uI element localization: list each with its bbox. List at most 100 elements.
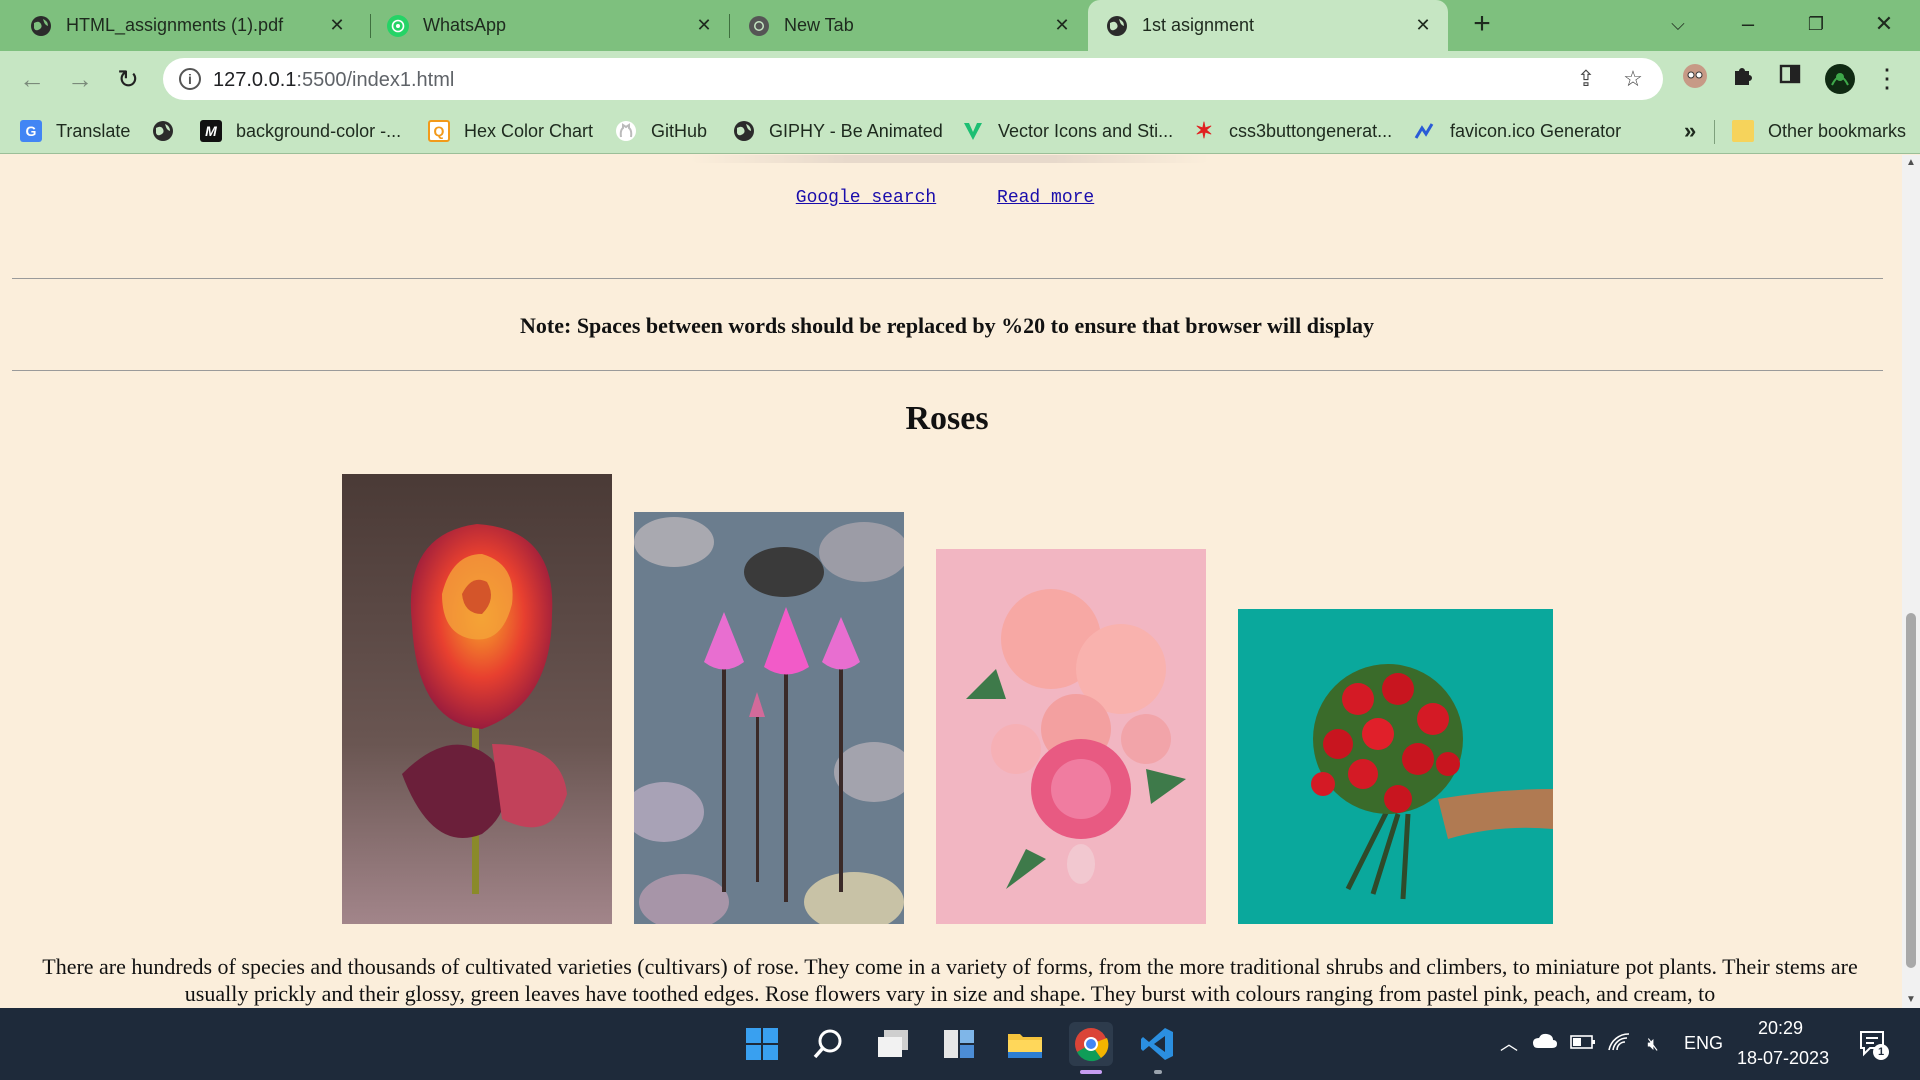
language-indicator[interactable]: ENG [1684,1033,1723,1054]
address-bar[interactable]: i 127.0.0.1:5500/index1.html ⇪ ☆ [163,58,1663,100]
notification-count-badge: 1 [1873,1044,1889,1060]
tab-new-tab[interactable]: New Tab ✕ [730,0,1087,51]
windows-taskbar: ︿ 🔇︎ ENG 20:29 18-07-2023 1 [0,1008,1920,1080]
peony-bouquet-image [936,549,1206,924]
profile-avatar[interactable] [1824,63,1855,94]
scrollbar-thumb[interactable] [1906,613,1916,968]
read-more-link[interactable]: Read more [997,188,1094,208]
whatsapp-icon [387,14,409,37]
description-paragraph: There are hundreds of species and thousa… [42,954,1858,1006]
widgets-icon[interactable] [937,1022,981,1066]
task-view-icon[interactable] [872,1022,916,1066]
bookmark-label: GIPHY - Be Animated [769,120,943,141]
url-path: :5500/index1.html [296,69,455,91]
bookmark-favicon-generator[interactable]: favicon.ico Generator [1414,118,1621,144]
bookmark-css3buttongenerator[interactable]: ✶ css3buttongenerat... [1193,118,1392,144]
bookmark-globe[interactable] [152,118,174,144]
tab-whatsapp[interactable]: WhatsApp ✕ [371,0,729,51]
start-windows-icon[interactable] [740,1022,784,1066]
bookmark-star-icon[interactable]: ☆ [1620,66,1646,92]
horizontal-rule [12,278,1883,279]
share-icon[interactable]: ⇪ [1573,66,1599,92]
bookmark-giphy[interactable]: GIPHY - Be Animated [733,118,943,144]
hex-color-icon: Q [428,120,450,142]
reload-icon[interactable]: ↻ [112,63,144,95]
clock-time[interactable]: 20:29 [1758,1018,1803,1039]
bookmark-label: css3buttongenerat... [1229,120,1393,141]
rose-image [342,474,612,924]
forward-icon[interactable]: → [64,63,96,95]
globe-icon [1106,15,1128,37]
github-icon [615,120,637,142]
page-scrollbar[interactable]: ▲ ▼ [1902,155,1920,1008]
browser-toolbar: ← → ↻ i 127.0.0.1:5500/index1.html ⇪ ☆ ⋮ [0,51,1920,106]
globe-icon [30,15,52,37]
red-rose-bouquet-image [1238,609,1553,924]
bookmark-label: favicon.ico Generator [1450,120,1622,141]
battery-icon[interactable] [1570,1032,1596,1056]
note-text: Note: Spaces between words should be rep… [520,313,1374,338]
volume-muted-icon[interactable]: 🔇︎ [1640,1032,1666,1056]
vscode-icon[interactable] [1135,1022,1179,1066]
tab-title: HTML_assignments (1).pdf [66,15,284,35]
site-info-icon[interactable]: i [179,68,201,90]
bookmark-label: Other bookmarks [1768,120,1907,141]
previous-image-bottom-edge [690,155,1210,163]
scroll-up-arrow-icon[interactable]: ▲ [1902,155,1920,171]
close-icon[interactable]: ✕ [1051,14,1073,36]
chevron-up-icon[interactable]: ︿ [1496,1032,1522,1056]
bookmark-label: Translate [56,120,131,141]
side-panel-icon[interactable] [1775,63,1805,93]
google-search-link[interactable]: Google search [796,188,936,208]
bookmark-label: GitHub [651,120,708,141]
restore-icon[interactable]: ❐ [1796,6,1836,42]
file-explorer-icon[interactable] [1003,1022,1047,1066]
extensions-puzzle-icon[interactable] [1728,63,1758,93]
tab-1st-asignment[interactable]: 1st asignment ✕ [1088,0,1448,51]
tab-pdf[interactable]: HTML_assignments (1).pdf ✕ [0,0,362,51]
running-app-indicator [1154,1070,1162,1074]
globe-icon [733,120,755,142]
other-bookmarks-folder[interactable]: Other bookmarks [1732,118,1906,144]
star-burst-icon: ✶ [1194,118,1214,143]
favicon-generator-icon [1414,120,1436,142]
bookmarks-bar: G Translate M background-color -... Q He… [0,106,1920,154]
active-app-indicator [1080,1070,1102,1074]
close-icon[interactable]: ✕ [693,14,715,36]
close-icon[interactable]: ✕ [326,14,348,36]
close-icon[interactable]: ✕ [1412,14,1434,36]
tab-title: New Tab [784,15,854,35]
bookmarks-overflow-button[interactable]: » [1684,118,1696,144]
close-window-icon[interactable]: ✕ [1864,6,1904,42]
bookmark-hex-color-chart[interactable]: Q Hex Color Chart [428,118,593,144]
page-viewport[interactable]: Google search Read more Note: Spaces bet… [0,155,1902,1008]
chrome-taskbar-icon[interactable] [1069,1022,1113,1066]
tab-search-chevron-icon[interactable]: ⌵ [1658,6,1698,42]
bookmark-label: Hex Color Chart [464,120,594,141]
url-text[interactable]: 127.0.0.1:5500/index1.html [213,69,454,92]
tab-strip: HTML_assignments (1).pdf ✕ WhatsApp ✕ Ne… [0,0,1920,51]
extension-avatar-icon[interactable] [1680,63,1710,93]
bookmark-vector-icons[interactable]: Vector Icons and Sti... [962,118,1173,144]
bookmark-separator [1714,120,1715,144]
bookmark-github[interactable]: GitHub [615,118,707,144]
vector-icon [962,120,984,142]
clock-date[interactable]: 18-07-2023 [1737,1048,1829,1069]
scroll-down-arrow-icon[interactable]: ▼ [1902,992,1920,1008]
menu-kebab-icon[interactable]: ⋮ [1872,63,1902,93]
tab-title: WhatsApp [423,15,507,35]
section-heading: Roses [905,400,989,437]
tab-title: 1st asignment [1142,15,1255,35]
back-icon[interactable]: ← [16,63,48,95]
search-icon[interactable] [806,1022,850,1066]
bookmark-translate[interactable]: G Translate [20,118,130,144]
wifi-icon[interactable] [1606,1032,1632,1056]
bookmark-label: Vector Icons and Sti... [998,120,1174,141]
url-host: 127.0.0.1 [213,69,297,91]
google-translate-icon: G [20,120,42,142]
new-tab-button[interactable]: + [1462,6,1502,42]
bookmark-background-color[interactable]: M background-color -... [200,118,401,144]
onedrive-cloud-icon[interactable] [1532,1032,1558,1056]
minimize-icon[interactable]: – [1728,6,1768,42]
globe-icon [152,120,174,142]
